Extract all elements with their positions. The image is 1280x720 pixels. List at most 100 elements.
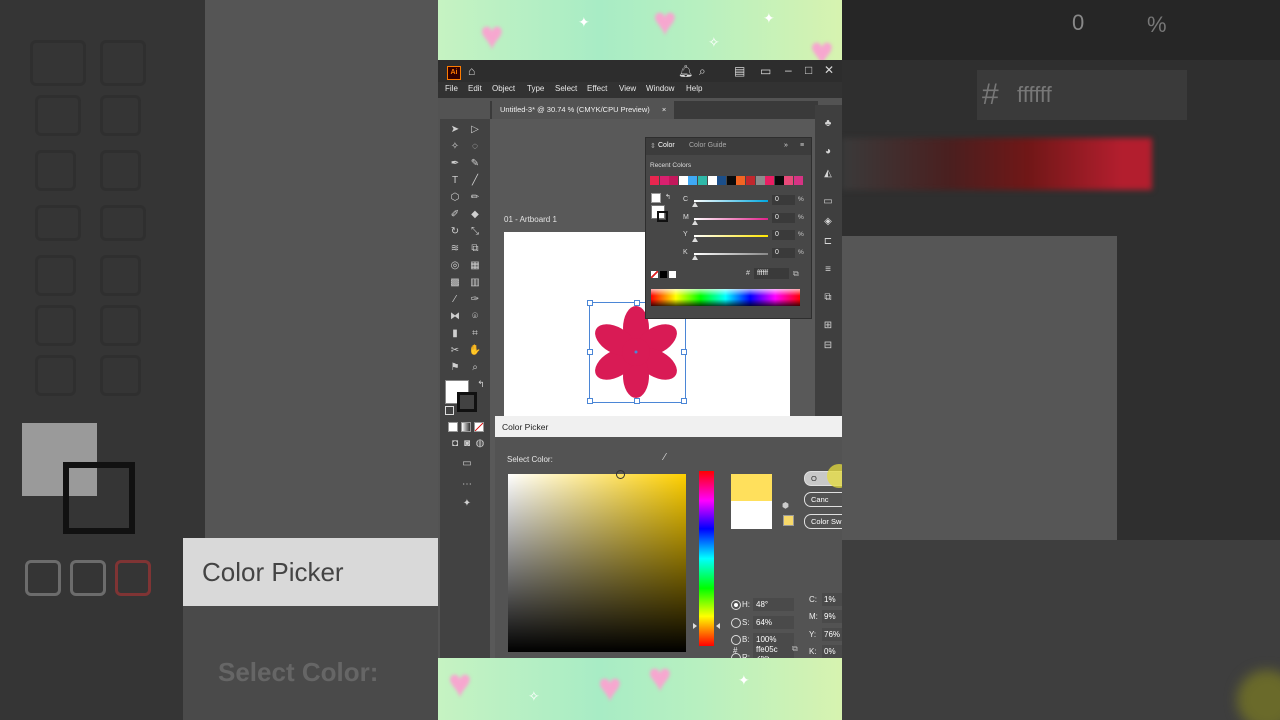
panel-copy-icon[interactable]: ⧉ — [793, 269, 799, 279]
slider-value-y[interactable]: 0 — [772, 230, 795, 240]
slider-knob-y[interactable] — [692, 237, 698, 242]
mesh-tool-icon[interactable]: ▩ — [448, 276, 462, 290]
recent-color-swatch[interactable] — [707, 176, 717, 185]
mode-radio[interactable] — [731, 600, 741, 610]
hue-slider-left-arrow[interactable] — [693, 623, 697, 629]
more-tools-icon[interactable]: ⋯ — [460, 478, 474, 492]
hex-input[interactable]: ffe05c — [753, 643, 794, 656]
scale-tool-icon[interactable]: ⤡ — [468, 225, 482, 239]
recent-color-swatch[interactable] — [669, 176, 679, 185]
cmyk-input[interactable]: 1% — [822, 592, 842, 606]
gradient-mode-icon[interactable] — [461, 422, 471, 432]
cmyk-input[interactable]: 76% — [822, 627, 842, 641]
panel-stroke-swatch[interactable] — [657, 211, 668, 222]
eyedropper-icon[interactable]: ⁄ — [448, 293, 462, 307]
perspective-grid-icon[interactable]: ▦ — [468, 259, 482, 273]
recent-color-swatch[interactable] — [650, 176, 659, 185]
hue-slider[interactable] — [699, 471, 714, 646]
panel-expand-icon[interactable]: » — [784, 142, 788, 149]
mode-radio[interactable] — [731, 617, 741, 628]
cmyk-input[interactable]: 0% — [822, 645, 842, 658]
free-transform-icon[interactable]: ⧉ — [468, 242, 482, 256]
color-mode-icon[interactable] — [448, 422, 458, 432]
cancel-button[interactable]: Canc — [804, 492, 842, 507]
symbol-sprayer-icon[interactable]: ⌾ — [468, 310, 482, 324]
screen-mode-icon[interactable]: ▭ — [460, 457, 474, 471]
draw-inside-icon[interactable]: ◍ — [473, 437, 487, 451]
menu-file[interactable]: File — [445, 84, 458, 93]
menu-help[interactable]: Help — [686, 84, 702, 93]
menu-edit[interactable]: Edit — [468, 84, 482, 93]
print-tiling-icon[interactable]: ⚑ — [448, 361, 462, 375]
menu-type[interactable]: Type — [527, 84, 544, 93]
menu-window[interactable]: Window — [646, 84, 674, 93]
shape-tool-icon[interactable]: ⬡ — [448, 191, 462, 205]
graph-tool-icon[interactable]: ▮ — [448, 327, 462, 341]
zoom-tool-icon[interactable]: ⌕ — [468, 361, 482, 375]
selection-tool-icon[interactable]: ➤ — [448, 123, 462, 137]
slice-tool-icon[interactable]: ✂ — [448, 344, 462, 358]
direct-selection-tool-icon[interactable]: ▷ — [468, 123, 482, 137]
blend-tool-icon[interactable]: ⧓ — [448, 310, 462, 324]
measure-icon[interactable]: ✑ — [468, 293, 482, 307]
recent-color-swatch[interactable] — [659, 176, 669, 185]
gradient-tool-icon[interactable]: ▥ — [468, 276, 482, 290]
color-field-cursor[interactable] — [616, 470, 625, 479]
out-of-gamut-icon[interactable]: ⬢ — [782, 501, 789, 510]
field-input[interactable]: 48° — [753, 598, 794, 611]
links-icon[interactable]: ⊏ — [821, 235, 835, 249]
workspace-icon[interactable]: ▭ — [760, 64, 771, 78]
slider-track-y[interactable] — [694, 235, 768, 237]
maximize-icon[interactable]: □ — [805, 63, 812, 77]
layers-icon[interactable]: ◈ — [821, 215, 835, 229]
recent-color-swatch[interactable] — [726, 176, 736, 185]
color-swatches-button[interactable]: Color Sw — [804, 514, 842, 529]
field-input[interactable]: 64% — [753, 615, 794, 629]
pin-icon[interactable]: ✦ — [460, 497, 474, 511]
panel-swap-icon[interactable]: ↰ — [665, 193, 671, 201]
arrange-documents-icon[interactable]: ▤ — [734, 64, 745, 78]
shaper-tool-icon[interactable]: ✐ — [448, 208, 462, 222]
recent-color-swatch[interactable] — [736, 176, 746, 185]
none-mode-icon[interactable] — [474, 422, 484, 432]
menu-object[interactable]: Object — [492, 84, 515, 93]
recent-color-swatch[interactable] — [678, 176, 688, 185]
recent-color-swatch[interactable] — [717, 176, 727, 185]
pen-tool-icon[interactable]: ✒ — [448, 157, 462, 171]
tab-color[interactable]: Color — [658, 142, 675, 149]
menu-effect[interactable]: Effect — [587, 84, 607, 93]
document-tab[interactable]: Untitled-3* @ 30.74 % (CMYK/CPU Preview)… — [492, 101, 675, 119]
panel-collapse-icon[interactable]: ⇕ — [650, 142, 656, 150]
panel-menu-icon[interactable]: ≡ — [800, 142, 804, 149]
slider-value-c[interactable]: 0 — [772, 195, 795, 205]
recent-color-swatch[interactable] — [755, 176, 765, 185]
slider-knob-k[interactable] — [692, 254, 698, 260]
slider-track-k[interactable] — [694, 252, 768, 255]
recent-color-swatch[interactable] — [746, 176, 755, 185]
magic-wand-icon[interactable]: ✧ — [448, 140, 462, 154]
lasso-icon[interactable]: ◌ — [468, 140, 482, 154]
width-tool-icon[interactable]: ≋ — [448, 242, 462, 256]
slider-knob-c[interactable] — [692, 202, 698, 207]
black-swatch[interactable] — [660, 271, 667, 278]
close-window-icon[interactable]: ✕ — [824, 63, 834, 77]
color-panel-icon[interactable]: ◕ — [821, 145, 835, 159]
comments-icon[interactable]: ▭ — [821, 195, 835, 209]
hand-tool-icon[interactable]: ✋ — [468, 344, 482, 358]
hue-slider-right-arrow[interactable] — [716, 623, 720, 629]
shape-builder-icon[interactable]: ◎ — [448, 259, 462, 273]
draw-behind-icon[interactable]: ◙ — [460, 437, 474, 451]
recent-color-swatch[interactable] — [794, 176, 803, 185]
original-color-preview[interactable] — [731, 501, 772, 529]
rotate-tool-icon[interactable]: ↻ — [448, 225, 462, 239]
none-swatch[interactable] — [651, 271, 658, 278]
minimize-icon[interactable]: – — [785, 63, 792, 77]
search-icon[interactable]: ⌕ — [699, 64, 706, 78]
recent-color-swatch[interactable] — [688, 176, 698, 185]
eyedropper-picker-icon[interactable]: ⁄ — [664, 452, 666, 463]
tab-color-guide[interactable]: Color Guide — [689, 142, 726, 149]
home-icon[interactable]: ⌂ — [468, 64, 475, 78]
slider-value-m[interactable]: 0 — [772, 212, 795, 223]
menu-view[interactable]: View — [619, 84, 636, 93]
slider-track-c[interactable] — [694, 200, 768, 202]
